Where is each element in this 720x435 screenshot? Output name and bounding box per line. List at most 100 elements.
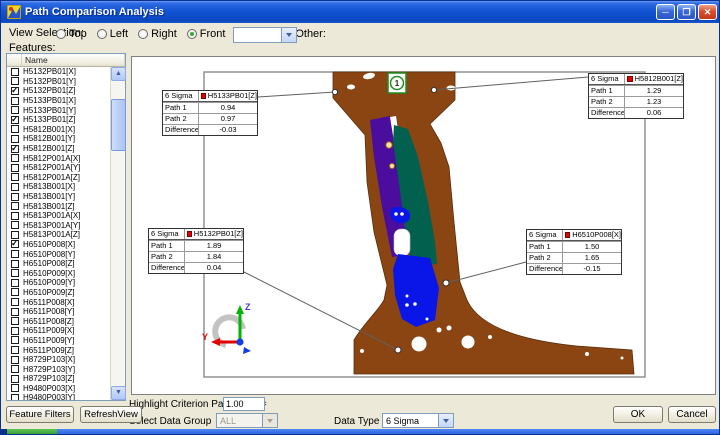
feature-filters-button[interactable]: Feature Filters bbox=[6, 406, 74, 423]
feature-row[interactable]: H9480P003[Y] bbox=[7, 393, 110, 400]
scroll-up-icon[interactable]: ▲ bbox=[111, 67, 126, 81]
view-radio-front[interactable]: Front bbox=[187, 28, 226, 40]
feature-row[interactable]: H8729P103[Z] bbox=[7, 374, 110, 384]
feature-checkbox[interactable] bbox=[11, 298, 19, 306]
close-button[interactable]: ✕ bbox=[698, 4, 717, 20]
feature-row[interactable]: H5133PB01[Z] bbox=[7, 115, 110, 125]
feature-checkbox[interactable] bbox=[11, 279, 19, 287]
feature-row[interactable]: H6511P008[X] bbox=[7, 297, 110, 307]
callout-h5133pb01z[interactable]: 6 Sigma H5133PB01[Z] Path 10.94 Path 20.… bbox=[162, 90, 258, 136]
feature-checkbox[interactable] bbox=[11, 97, 19, 105]
feature-row[interactable]: H6511P009[Y] bbox=[7, 336, 110, 346]
feature-row[interactable]: H5132PB01[Z] bbox=[7, 86, 110, 96]
scrollbar-thumb[interactable] bbox=[111, 99, 126, 151]
feature-row[interactable]: H5813B001[Y] bbox=[7, 192, 110, 202]
chevron-down-icon[interactable] bbox=[438, 414, 453, 427]
feature-checkbox[interactable] bbox=[11, 365, 19, 373]
feature-checkbox[interactable] bbox=[11, 317, 19, 325]
feature-row[interactable]: H6510P008[X] bbox=[7, 240, 110, 250]
feature-checkbox[interactable] bbox=[11, 173, 19, 181]
feature-row[interactable]: H6511P009[X] bbox=[7, 326, 110, 336]
radio-icon[interactable] bbox=[138, 29, 148, 39]
feature-checkbox[interactable] bbox=[11, 269, 19, 277]
feature-checkbox[interactable] bbox=[11, 202, 19, 210]
model-viewport[interactable]: 1 bbox=[131, 56, 716, 395]
feature-checkbox[interactable] bbox=[11, 125, 19, 133]
title-bar[interactable]: Path Comparison Analysis ─ ❐ ✕ bbox=[1, 1, 720, 23]
feature-row[interactable]: H5813P001A[Z] bbox=[7, 230, 110, 240]
feature-checkbox[interactable] bbox=[11, 346, 19, 354]
feature-checkbox[interactable] bbox=[11, 116, 19, 124]
feature-row[interactable]: H5813P001A[Y] bbox=[7, 221, 110, 231]
feature-checkbox[interactable] bbox=[11, 87, 19, 95]
feature-checkbox[interactable] bbox=[11, 356, 19, 364]
feature-checkbox[interactable] bbox=[11, 164, 19, 172]
minimize-button[interactable]: ─ bbox=[656, 4, 675, 20]
cancel-button[interactable]: Cancel bbox=[668, 406, 716, 423]
feature-row[interactable]: H8729P103[Y] bbox=[7, 364, 110, 374]
feature-checkbox[interactable] bbox=[11, 308, 19, 316]
taskbar[interactable] bbox=[1, 429, 720, 435]
start-button[interactable] bbox=[7, 429, 57, 435]
feature-checkbox[interactable] bbox=[11, 288, 19, 296]
scroll-down-icon[interactable]: ▼ bbox=[111, 386, 126, 400]
feature-checkbox[interactable] bbox=[11, 68, 19, 76]
feature-checkbox[interactable] bbox=[11, 240, 19, 248]
feature-row[interactable]: H5813B001[Z] bbox=[7, 201, 110, 211]
feature-row[interactable]: H5132PB01[Y] bbox=[7, 77, 110, 87]
feature-row[interactable]: H5812P001A[Z] bbox=[7, 173, 110, 183]
feature-checkbox[interactable] bbox=[11, 193, 19, 201]
feature-checkbox[interactable] bbox=[11, 212, 19, 220]
feature-row[interactable]: H5133PB01[Y] bbox=[7, 105, 110, 115]
feature-row[interactable]: H5813B001[X] bbox=[7, 182, 110, 192]
feature-row[interactable]: H5812B001[Y] bbox=[7, 134, 110, 144]
chevron-down-icon[interactable] bbox=[281, 28, 296, 42]
feature-row[interactable]: H5812P001A[Y] bbox=[7, 163, 110, 173]
callout-h5812b001z[interactable]: 6 Sigma H5812B001[Z] Path 11.29 Path 21.… bbox=[588, 73, 684, 119]
ok-button[interactable]: OK bbox=[613, 406, 663, 423]
list-scrollbar[interactable]: ▲ ▼ bbox=[110, 67, 125, 400]
feature-checkbox[interactable] bbox=[11, 260, 19, 268]
feature-row[interactable]: H6511P008[Y] bbox=[7, 307, 110, 317]
feature-row[interactable]: H5132PB01[X] bbox=[7, 67, 110, 77]
feature-row[interactable]: H6510P009[X] bbox=[7, 268, 110, 278]
feature-row[interactable]: H8729P103[X] bbox=[7, 355, 110, 365]
callout-h5132pb01z[interactable]: 6 Sigma H5132PB01[Z] Path 11.89 Path 21.… bbox=[148, 228, 244, 274]
name-column-header[interactable]: Name bbox=[22, 54, 125, 67]
checkbox-column-header[interactable] bbox=[7, 54, 22, 67]
view-radio-top[interactable]: Top bbox=[56, 28, 87, 40]
feature-row[interactable]: H5812P001A[X] bbox=[7, 153, 110, 163]
radio-icon[interactable] bbox=[187, 29, 197, 39]
feature-row[interactable]: H6510P009[Z] bbox=[7, 288, 110, 298]
highlight-threshold-input[interactable] bbox=[223, 397, 265, 411]
view-radio-right[interactable]: Right bbox=[138, 28, 177, 40]
feature-checkbox[interactable] bbox=[11, 221, 19, 229]
feature-checkbox[interactable] bbox=[11, 394, 19, 400]
data-type-select[interactable]: 6 Sigma bbox=[382, 413, 454, 428]
feature-checkbox[interactable] bbox=[11, 183, 19, 191]
feature-row[interactable]: H5812B001[X] bbox=[7, 125, 110, 135]
feature-checkbox[interactable] bbox=[11, 145, 19, 153]
data-group-select[interactable]: ALL bbox=[216, 413, 278, 428]
feature-row[interactable]: H5813P001A[X] bbox=[7, 211, 110, 221]
feature-row[interactable]: H6511P008[Z] bbox=[7, 316, 110, 326]
restore-button[interactable]: ❐ bbox=[677, 4, 696, 20]
feature-row[interactable]: H9480P003[X] bbox=[7, 384, 110, 394]
feature-checkbox[interactable] bbox=[11, 327, 19, 335]
view-radio-left[interactable]: Left bbox=[97, 28, 128, 40]
other-view-select[interactable] bbox=[233, 27, 297, 43]
radio-icon[interactable] bbox=[56, 29, 66, 39]
feature-row[interactable]: H6510P008[Y] bbox=[7, 249, 110, 259]
feature-row[interactable]: H5133PB01[X] bbox=[7, 96, 110, 106]
feature-row[interactable]: H6511P009[Z] bbox=[7, 345, 110, 355]
feature-checkbox[interactable] bbox=[11, 250, 19, 258]
feature-row[interactable]: H6510P009[Y] bbox=[7, 278, 110, 288]
feature-row[interactable]: H5812B001[Z] bbox=[7, 144, 110, 154]
feature-checkbox[interactable] bbox=[11, 154, 19, 162]
callout-h6510p008x[interactable]: 6 Sigma H6510P008[X] Path 11.50 Path 21.… bbox=[526, 229, 622, 275]
feature-row[interactable]: H6510P008[Z] bbox=[7, 259, 110, 269]
feature-checkbox[interactable] bbox=[11, 384, 19, 392]
feature-checkbox[interactable] bbox=[11, 336, 19, 344]
feature-checkbox[interactable] bbox=[11, 375, 19, 383]
radio-icon[interactable] bbox=[97, 29, 107, 39]
